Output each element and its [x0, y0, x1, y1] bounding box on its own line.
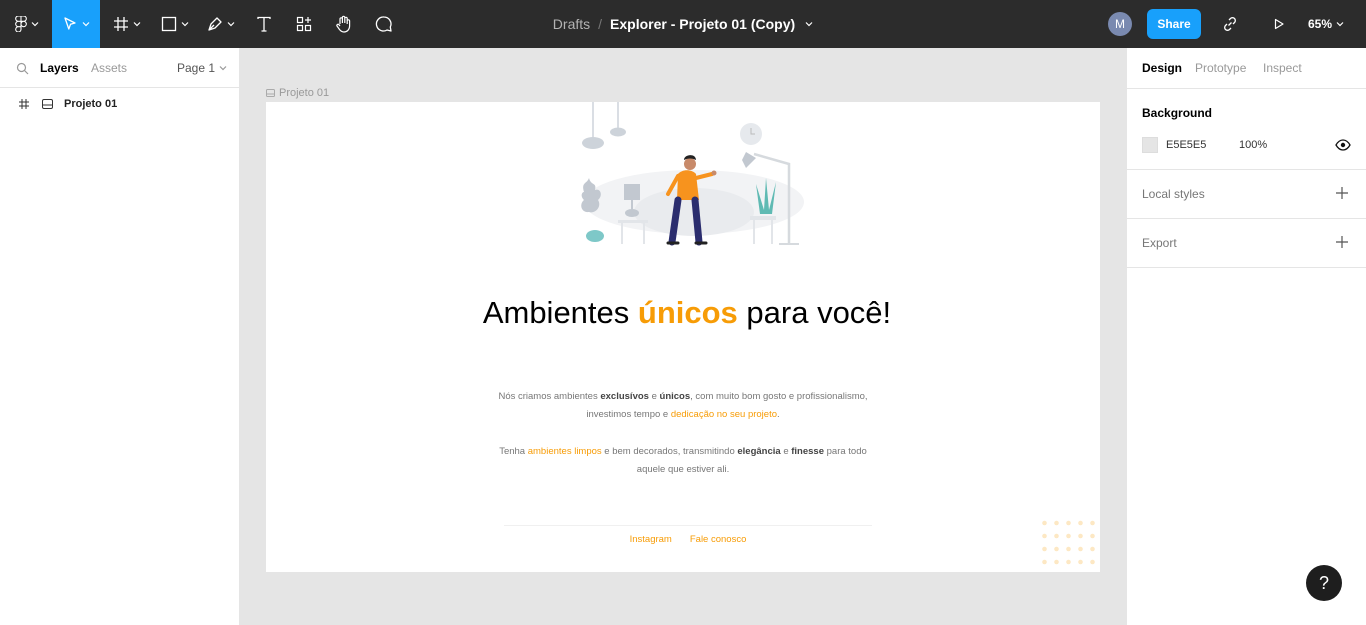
present-button[interactable]: [1266, 0, 1292, 48]
chevron-down-icon: [31, 22, 39, 27]
chevron-down-icon: [805, 22, 813, 27]
rectangle-icon: [161, 16, 177, 32]
chevron-down-icon: [227, 22, 235, 27]
zoom-control[interactable]: 65%: [1308, 0, 1344, 48]
comment-tool-button[interactable]: [368, 0, 400, 48]
tab-layers[interactable]: Layers: [40, 48, 79, 88]
background-opacity-input[interactable]: 100%: [1239, 139, 1267, 151]
background-hex-input[interactable]: E5E5E5: [1166, 139, 1206, 151]
breadcrumb-drafts[interactable]: Drafts: [553, 16, 590, 32]
text-icon: [257, 16, 271, 32]
file-name[interactable]: Explorer - Projeto 01 (Copy): [610, 16, 795, 32]
frame-icon: [114, 17, 128, 31]
copy-link-button[interactable]: [1216, 0, 1244, 48]
instagram-link[interactable]: Instagram: [630, 534, 672, 545]
secondary-paragraph: Tenha ambientes limpos e bem decorados, …: [488, 443, 878, 479]
frame-layout-icon: [266, 89, 275, 97]
layer-row[interactable]: Projeto 01: [0, 94, 239, 114]
design-frame[interactable]: Ambientes únicos para você! Nós criamos …: [266, 102, 1100, 572]
headline-highlight: únicos: [637, 295, 738, 330]
tab-assets[interactable]: Assets: [91, 48, 127, 88]
dot-pattern: [1042, 520, 1095, 565]
user-avatar[interactable]: M: [1108, 12, 1132, 36]
room-illustration: [581, 102, 804, 246]
frame-icon: [19, 99, 29, 109]
paragraph-highlight: ambientes limpos: [527, 446, 602, 457]
move-tool-button[interactable]: [52, 0, 100, 48]
share-button[interactable]: Share: [1147, 9, 1201, 39]
export-section: Export: [1127, 219, 1366, 268]
chevron-down-icon: [82, 22, 90, 27]
paragraph-bold: exclusívos: [600, 391, 649, 402]
tab-design[interactable]: Design: [1142, 48, 1182, 88]
frame-label-text: Projeto 01: [279, 87, 330, 99]
paragraph-highlight: dedicação no seu projeto: [670, 409, 777, 420]
layer-name: Projeto 01: [64, 98, 118, 110]
eye-icon[interactable]: [1335, 138, 1351, 152]
toolbar: Drafts / Explorer - Projeto 01 (Copy) M …: [0, 0, 1366, 48]
paragraph-text: Nós criamos ambientes: [498, 391, 601, 402]
cursor-icon: [64, 17, 76, 30]
paragraph-text: Tenha: [499, 446, 528, 457]
headline: Ambientes únicos para você!: [474, 294, 900, 331]
main-menu-button[interactable]: [8, 0, 46, 48]
headline-text: Ambientes: [482, 295, 638, 330]
hand-icon: [336, 15, 351, 33]
paragraph-text: e: [780, 446, 792, 457]
footer-links: Instagram Fale conosco: [504, 534, 872, 545]
add-local-style-icon[interactable]: [1335, 186, 1349, 200]
layers-panel: Layers Assets Page 1 Projeto 01: [0, 48, 240, 625]
chevron-down-icon: [219, 66, 227, 71]
chevron-down-icon: [1336, 22, 1344, 27]
background-title: Background: [1142, 106, 1213, 120]
right-panel-tabs: Design Prototype Inspect: [1127, 48, 1366, 89]
link-icon: [1224, 17, 1236, 31]
resources-icon: [296, 16, 312, 32]
frame-tool-button[interactable]: [108, 0, 146, 48]
frame-label[interactable]: Projeto 01: [266, 87, 329, 99]
background-section: Background E5E5E5 100%: [1127, 89, 1366, 170]
page-selector[interactable]: Page 1: [177, 48, 227, 88]
pen-tool-button[interactable]: [202, 0, 240, 48]
paragraph-text: e bem decorados, transmitindo: [601, 446, 738, 457]
figma-logo-icon: [15, 16, 27, 32]
export-label: Export: [1142, 236, 1177, 250]
page-name: Page 1: [177, 61, 216, 75]
paragraph-text: .: [777, 409, 780, 420]
intro-paragraph: Nós criamos ambientes exclusívos e único…: [488, 388, 878, 424]
paragraph-bold: únicos: [659, 391, 691, 402]
tab-prototype[interactable]: Prototype: [1195, 48, 1246, 88]
frame-layout-icon: [42, 99, 53, 109]
add-export-icon[interactable]: [1335, 235, 1349, 249]
chevron-down-icon: [181, 22, 189, 27]
play-icon: [1274, 18, 1284, 30]
chevron-down-icon: [133, 22, 141, 27]
tab-inspect[interactable]: Inspect: [1263, 48, 1302, 88]
local-styles-label: Local styles: [1142, 187, 1205, 201]
footer-divider: [504, 525, 872, 526]
local-styles-section: Local styles: [1127, 170, 1366, 219]
pen-icon: [208, 17, 222, 31]
resources-tool-button[interactable]: [288, 0, 320, 48]
hand-tool-button[interactable]: [328, 0, 360, 48]
text-tool-button[interactable]: [248, 0, 280, 48]
paragraph-bold: finesse: [791, 446, 824, 457]
paragraph-text: e: [648, 391, 660, 402]
breadcrumb-separator: /: [598, 16, 603, 32]
shape-tool-button[interactable]: [156, 0, 194, 48]
search-layers-button[interactable]: [16, 48, 29, 88]
headline-text: para você!: [737, 295, 892, 330]
paragraph-bold: elegância: [737, 446, 781, 457]
properties-panel: Design Prototype Inspect Background E5E5…: [1126, 48, 1366, 625]
search-icon: [16, 62, 29, 74]
comment-icon: [375, 16, 392, 32]
zoom-level: 65%: [1308, 17, 1333, 31]
contact-link[interactable]: Fale conosco: [690, 534, 747, 545]
file-menu-chevron[interactable]: [805, 20, 813, 28]
help-button[interactable]: ?: [1306, 565, 1342, 601]
background-color-swatch[interactable]: [1142, 137, 1158, 153]
left-panel-tabs: Layers Assets Page 1: [0, 48, 239, 88]
